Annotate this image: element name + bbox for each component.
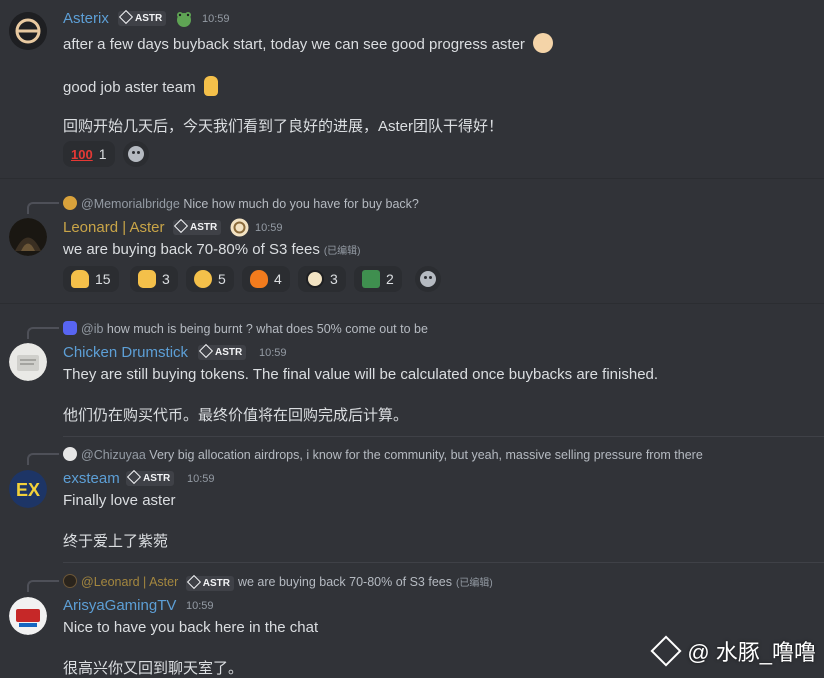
message-text: They are still buying tokens. The final … bbox=[63, 366, 659, 383]
reaction-stonks[interactable]: 2 bbox=[354, 266, 402, 292]
saluting-face-icon bbox=[194, 270, 212, 288]
divider bbox=[0, 303, 824, 304]
message-text: 终于爱上了紫菀 bbox=[63, 533, 169, 550]
reply-preview[interactable]: @Memorialbridge Nice how much do you hav… bbox=[63, 196, 419, 211]
reply-preview[interactable]: @Chizuyaa Very big allocation airdrops, … bbox=[63, 447, 703, 462]
reply-avatar bbox=[63, 574, 77, 588]
timestamp: 10:59 bbox=[187, 473, 215, 485]
edited-label: (已编辑) bbox=[323, 246, 361, 257]
message-text: 很高兴你又回到聊天室了。 bbox=[63, 660, 244, 677]
aster-role-icon bbox=[230, 218, 249, 237]
username[interactable]: ArisyaGamingTV bbox=[63, 597, 176, 614]
pray-icon bbox=[71, 270, 89, 288]
frog-icon bbox=[177, 12, 191, 27]
reaction-aster-logo[interactable]: 3 bbox=[298, 266, 346, 292]
divider bbox=[63, 436, 824, 437]
reply-spine bbox=[27, 202, 59, 214]
reply-spine bbox=[27, 453, 59, 465]
message-text: after a few days buyback start, today we… bbox=[63, 33, 554, 53]
message-text: 回购开始几天后，今天我们看到了良好的进展，Aster团队干得好！ bbox=[63, 118, 504, 135]
server-tag-badge[interactable]: ASTR bbox=[198, 343, 247, 360]
reply-spine bbox=[27, 580, 59, 592]
avatar-chicken-drumstick[interactable] bbox=[9, 343, 47, 381]
reaction-saluting-face[interactable]: 5 bbox=[186, 266, 234, 292]
server-tag-badge[interactable]: ASTR bbox=[126, 469, 175, 486]
aster-emoji-icon bbox=[533, 33, 554, 53]
aster-logo-icon bbox=[306, 270, 324, 288]
message-text: Finally love aster bbox=[63, 492, 176, 509]
username[interactable]: Asterix bbox=[63, 10, 109, 27]
message-text: Nice to have you back here in the chat bbox=[63, 619, 319, 636]
add-reaction-button[interactable] bbox=[415, 266, 441, 292]
timestamp: 10:59 bbox=[186, 600, 214, 612]
server-tag-badge: ASTR bbox=[185, 574, 234, 591]
pinched-fingers-icon bbox=[203, 76, 218, 96]
reply-avatar bbox=[63, 447, 77, 461]
message-text: good job aster team bbox=[63, 76, 218, 96]
handshake-icon bbox=[138, 270, 156, 288]
timestamp: 10:59 bbox=[255, 222, 283, 234]
username[interactable]: Leonard | Aster bbox=[63, 219, 164, 236]
add-reaction-button[interactable] bbox=[123, 141, 149, 167]
fire-icon bbox=[250, 270, 268, 288]
server-tag-badge[interactable]: ASTR bbox=[118, 9, 167, 26]
username[interactable]: Chicken Drumstick bbox=[63, 344, 188, 361]
server-tag-badge[interactable]: ASTR bbox=[173, 218, 222, 235]
username[interactable]: exsteam bbox=[63, 470, 120, 487]
reply-spine bbox=[27, 327, 59, 339]
reaction-100[interactable]: 100 1 bbox=[63, 141, 115, 167]
avatar-exsteam[interactable]: EX bbox=[9, 470, 47, 508]
timestamp: 10:59 bbox=[259, 347, 287, 359]
reaction-pray[interactable]: 15 bbox=[63, 266, 119, 292]
reply-preview[interactable]: @Leonard | Aster ASTR we are buying back … bbox=[63, 574, 493, 591]
reply-preview[interactable]: @ib how much is being burnt ? what does … bbox=[63, 321, 428, 336]
message-text: 他们仍在购买代币。最终价值将在回购完成后计算。 bbox=[63, 407, 409, 424]
avatar-leonard[interactable] bbox=[9, 218, 47, 256]
avatar-arisyagamingtv[interactable] bbox=[9, 597, 47, 635]
divider bbox=[63, 562, 824, 563]
discord-default-avatar bbox=[63, 321, 77, 335]
reaction-handshake[interactable]: 3 bbox=[130, 266, 178, 292]
watermark: @ 水豚_噜噜 bbox=[650, 635, 816, 667]
platform-logo-icon bbox=[650, 635, 682, 667]
timestamp: 10:59 bbox=[202, 13, 230, 25]
message-text: we are buying back 70-80% of S3 fees (已编辑… bbox=[63, 241, 361, 258]
avatar-asterix[interactable] bbox=[9, 12, 47, 50]
reply-avatar bbox=[63, 196, 77, 210]
svg-text:EX: EX bbox=[16, 480, 40, 500]
100-icon: 100 bbox=[71, 147, 93, 162]
reaction-fire[interactable]: 4 bbox=[242, 266, 290, 292]
divider bbox=[0, 178, 824, 179]
stonks-icon bbox=[362, 270, 380, 288]
